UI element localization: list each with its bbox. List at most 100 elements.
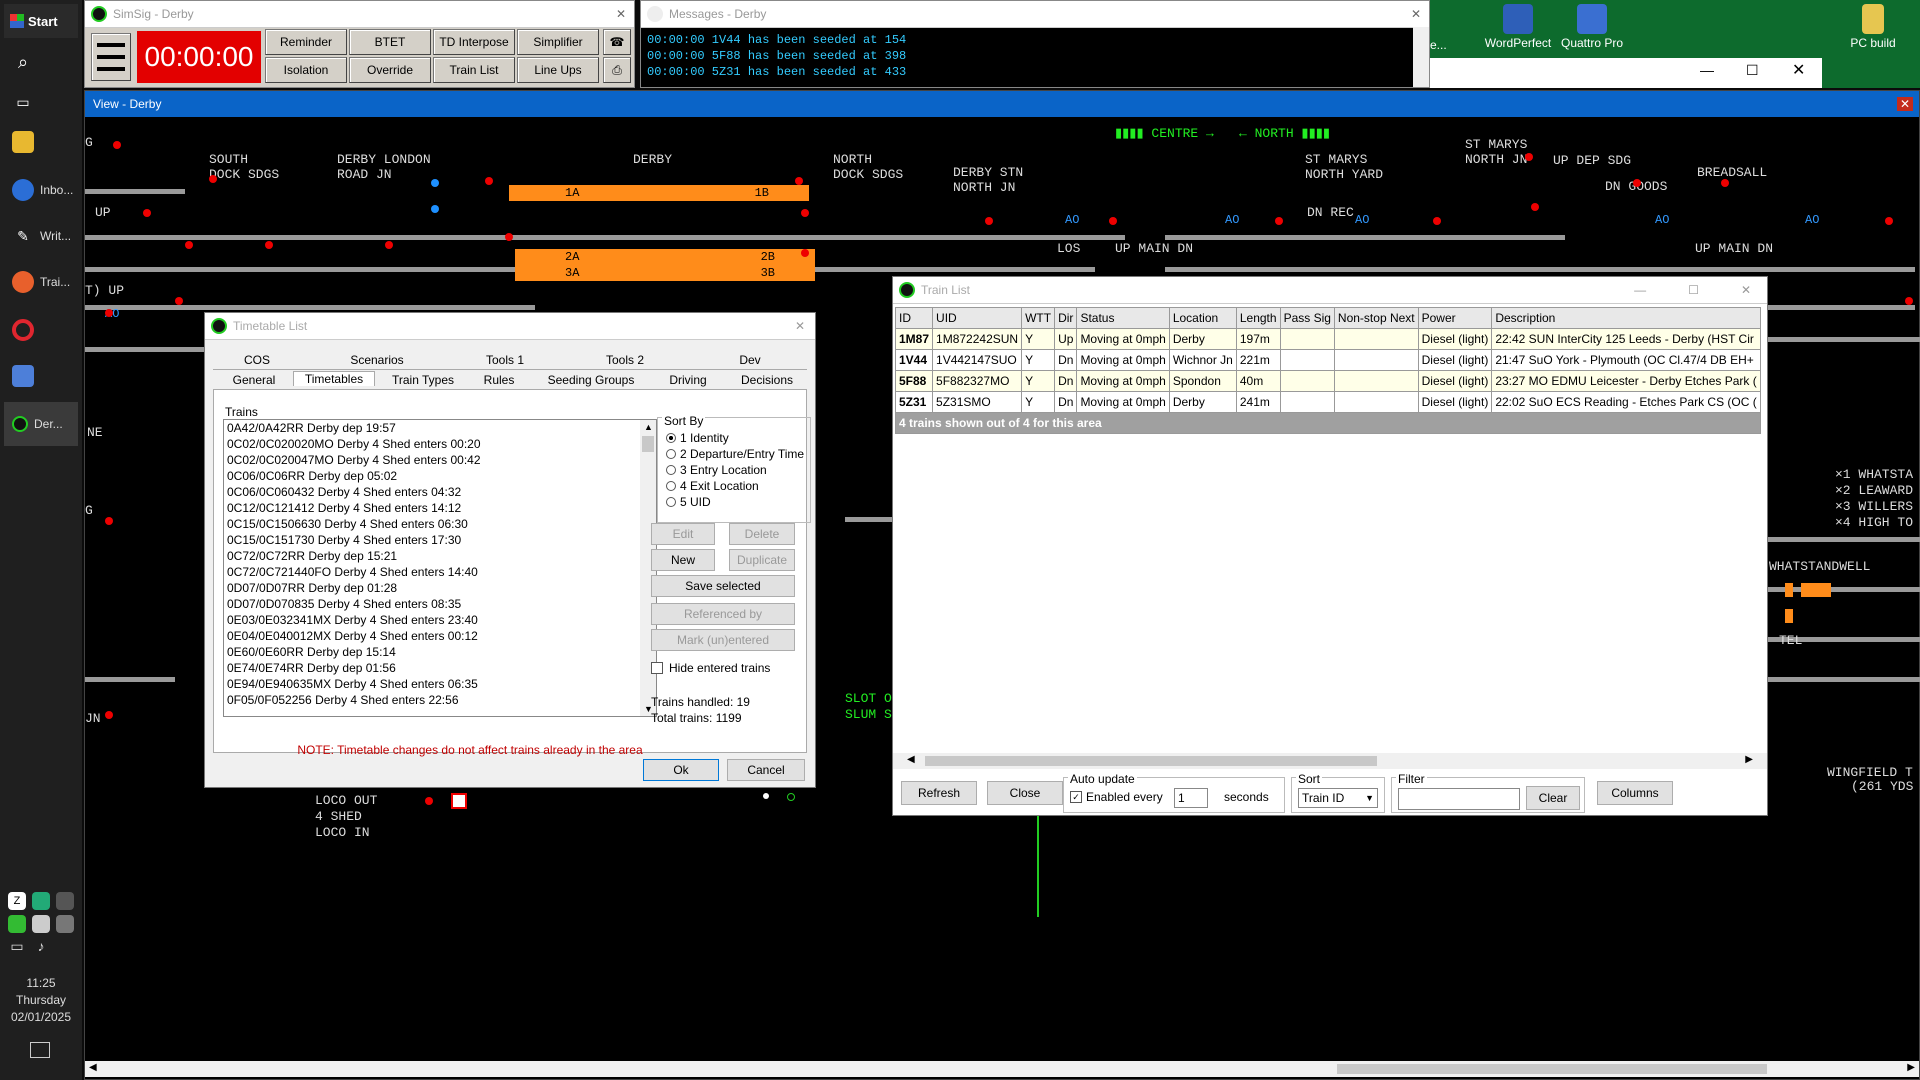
tab-tools-1[interactable]: Tools 1 [445, 353, 565, 367]
list-item[interactable]: 0C12/0C121412 Derby 4 Shed enters 14:12 [224, 500, 656, 516]
tray-network-icon[interactable] [32, 892, 50, 910]
tab-scenarios[interactable]: Scenarios [317, 353, 437, 367]
column-header[interactable]: ID [894, 307, 934, 329]
tab-timetables[interactable]: Timetables [293, 371, 375, 386]
tab-cos[interactable]: COS [217, 353, 297, 367]
mark-unentered-button[interactable]: Mark (un)entered [651, 629, 795, 651]
close-icon[interactable]: ✕ [1411, 7, 1421, 21]
cancel-button[interactable]: Cancel [727, 759, 805, 781]
hide-entered-checkbox[interactable]: Hide entered trains [651, 661, 770, 675]
column-header[interactable]: Description [1491, 307, 1761, 329]
trains-listbox[interactable]: 0A42/0A42RR Derby dep 19:57 0C02/0C020020… [223, 419, 657, 717]
ok-button[interactable]: Ok [643, 759, 719, 781]
platform-2-3[interactable]: 2A 2B 3A 3B [515, 249, 815, 281]
table-row[interactable]: 5Z31 5Z31SMO Y Dn Moving at 0mph Derby 241m Die… [894, 391, 1761, 413]
sort-identity-radio[interactable]: 1 Identity [666, 430, 804, 446]
column-header[interactable]: Status [1076, 307, 1170, 329]
opera-icon[interactable] [4, 308, 78, 352]
taskbar-item-derby[interactable]: Der... [4, 402, 78, 446]
scroll-thumb[interactable] [925, 756, 1377, 766]
phone-icon[interactable]: ☎ [603, 29, 631, 55]
messages-scrollbar[interactable] [1413, 27, 1429, 87]
tab-train-types[interactable]: Train Types [381, 373, 465, 387]
save-selected-button[interactable]: Save selected [651, 575, 795, 597]
calculator-icon[interactable] [4, 354, 78, 398]
column-header[interactable]: Pass Sig [1279, 307, 1335, 329]
edit-button[interactable]: Edit [651, 523, 715, 545]
simplifier-button[interactable]: Simplifier [517, 29, 599, 55]
referenced-by-button[interactable]: Referenced by [651, 603, 795, 625]
delete-button[interactable]: Delete [729, 523, 795, 545]
desktop-icon-quattro[interactable]: Quattro Pro [1547, 0, 1637, 50]
table-row[interactable]: 5F88 5F882327MO Y Dn Moving at 0mph Spondon 40… [894, 370, 1761, 392]
list-item[interactable]: 0C02/0C020020MO Derby 4 Shed enters 00:2… [224, 436, 656, 452]
close-icon[interactable]: ✕ [795, 319, 805, 333]
taskbar-item-writer[interactable]: ✎ Writ... [4, 214, 78, 258]
enabled-every-checkbox[interactable]: ✓ Enabled every [1070, 790, 1163, 804]
nvidia-icon[interactable] [8, 914, 26, 933]
view-horizontal-scrollbar[interactable]: ◀ ▶ [85, 1061, 1919, 1077]
tab-tools-2[interactable]: Tools 2 [565, 353, 685, 367]
sort-exit-location-radio[interactable]: 4 Exit Location [666, 478, 804, 494]
list-item[interactable]: 0E94/0E940635MX Derby 4 Shed enters 06:3… [224, 676, 656, 692]
list-item[interactable]: 0C15/0C151730 Derby 4 Shed enters 17:30 [224, 532, 656, 548]
maximize-icon[interactable]: ☐ [1688, 283, 1699, 297]
list-item[interactable]: 0C72/0C721440FO Derby 4 Shed enters 14:4… [224, 564, 656, 580]
network-icon[interactable]: ▭ [8, 937, 26, 955]
search-icon[interactable]: ⌕ [4, 40, 78, 84]
tab-driving[interactable]: Driving [653, 373, 723, 387]
trainlist-horizontal-scrollbar[interactable]: ◀ ▶ [893, 753, 1767, 769]
list-item[interactable]: 0A42/0A42RR Derby dep 19:57 [224, 420, 656, 436]
train-list-button[interactable]: Train List [433, 57, 515, 83]
override-button[interactable]: Override [349, 57, 431, 83]
main-menu-button[interactable] [91, 33, 131, 81]
reminder-button[interactable]: Reminder [265, 29, 347, 55]
list-item[interactable]: 0F05/0F052256 Derby 4 Shed enters 22:56 [224, 692, 656, 708]
list-item[interactable]: 0E74/0E74RR Derby dep 01:56 [224, 660, 656, 676]
desktop-icon-pc-build[interactable]: PC build [1828, 0, 1918, 50]
file-explorer-icon[interactable] [4, 120, 78, 164]
duplicate-button[interactable]: Duplicate [729, 549, 795, 571]
scroll-thumb[interactable] [1337, 1064, 1767, 1074]
tray-app-icon[interactable]: Z [8, 892, 26, 910]
desktop-icon-partial[interactable]: e... [1430, 38, 1447, 52]
sim-clock[interactable]: 00:00:00 [137, 31, 261, 83]
list-item[interactable]: 0C15/0C1506630 Derby 4 Shed enters 06:30 [224, 516, 656, 532]
refresh-button[interactable]: Refresh [901, 781, 977, 805]
tab-decisions[interactable]: Decisions [727, 373, 807, 387]
shed-signal[interactable] [451, 793, 467, 809]
list-item[interactable]: 0E60/0E60RR Derby dep 15:14 [224, 644, 656, 660]
column-header[interactable]: Length [1235, 307, 1281, 329]
btet-button[interactable]: BTET [349, 29, 431, 55]
shield-icon[interactable] [32, 914, 50, 933]
list-item[interactable]: 0D07/0D070835 Derby 4 Shed enters 08:35 [224, 596, 656, 612]
start-button[interactable]: Start [4, 4, 78, 38]
columns-button[interactable]: Columns [1597, 781, 1673, 805]
list-item[interactable]: 0C72/0C72RR Derby dep 15:21 [224, 548, 656, 564]
td-interpose-button[interactable]: TD Interpose [433, 29, 515, 55]
interval-spinner[interactable]: 1 [1174, 788, 1208, 808]
column-header[interactable]: Non-stop Next [1333, 307, 1419, 329]
column-header[interactable]: UID [932, 307, 1023, 329]
line-ups-button[interactable]: Line Ups [517, 57, 599, 83]
column-header[interactable]: WTT [1021, 307, 1056, 329]
battery-icon[interactable] [56, 892, 74, 910]
maximize-icon[interactable]: ☐ [1746, 62, 1759, 79]
close-icon[interactable]: ✕ [1741, 283, 1751, 297]
list-item[interactable]: 0C06/0C060432 Derby 4 Shed enters 04:32 [224, 484, 656, 500]
close-icon[interactable]: ✕ [1792, 60, 1805, 80]
sort-uid-radio[interactable]: 5 UID [666, 494, 804, 510]
tab-rules[interactable]: Rules [471, 373, 527, 387]
tab-dev[interactable]: Dev [695, 353, 805, 367]
scroll-thumb[interactable] [642, 436, 654, 452]
table-row[interactable]: 1V44 1V442147SUO Y Dn Moving at 0mph Wichnor … [894, 349, 1761, 371]
taskbar-item-inbox[interactable]: Inbo... [4, 168, 78, 212]
list-item[interactable]: 0C02/0C020047MO Derby 4 Shed enters 00:4… [224, 452, 656, 468]
new-button[interactable]: New [651, 549, 715, 571]
minimize-icon[interactable]: — [1700, 62, 1714, 78]
column-header[interactable]: Location [1168, 307, 1237, 329]
tab-general[interactable]: General [217, 373, 291, 387]
print-icon[interactable]: ⎙ [603, 57, 631, 83]
clear-button[interactable]: Clear [1526, 786, 1580, 810]
filter-input[interactable] [1398, 788, 1520, 810]
